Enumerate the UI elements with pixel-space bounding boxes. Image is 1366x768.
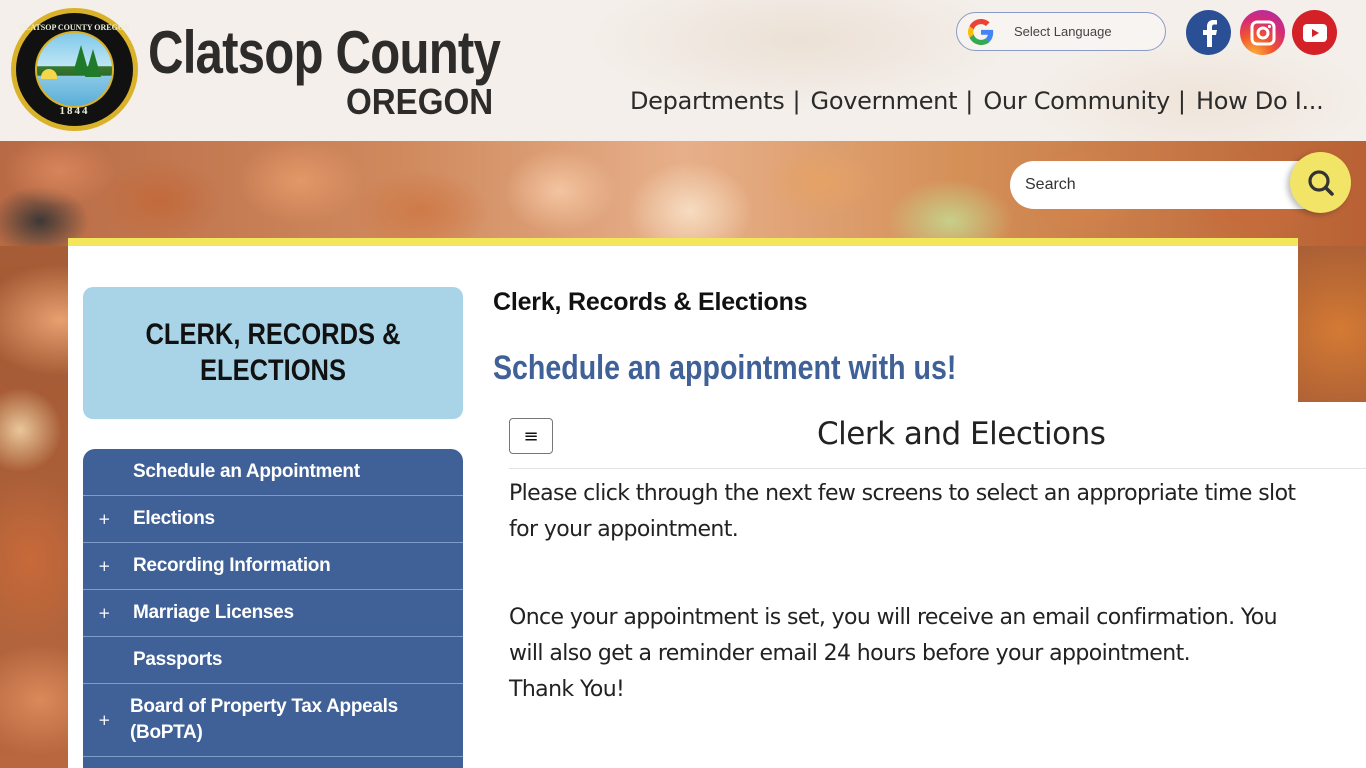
nav-separator: | <box>1177 87 1187 115</box>
seal-year: 1844 <box>59 105 90 117</box>
sidebar-item-label: Passports <box>133 649 223 670</box>
confirmation-line: Once your appointment is set, you will r… <box>509 605 1278 630</box>
instagram-icon <box>1250 20 1275 45</box>
department-title-box: CLERK, RECORDS & ELECTIONS <box>83 287 463 419</box>
facebook-icon <box>1202 19 1217 47</box>
expand-plus-icon[interactable]: + <box>98 557 111 575</box>
brand-title[interactable]: Clatsop County <box>148 18 501 88</box>
sun-icon <box>40 69 57 80</box>
main-navigation: Departments | Government | Our Community… <box>630 84 1324 118</box>
facebook-link[interactable] <box>1186 10 1231 55</box>
tree-icon <box>84 49 101 78</box>
youtube-link[interactable] <box>1292 10 1337 55</box>
search-input[interactable] <box>1025 170 1275 200</box>
schedule-heading: Schedule an appointment with us! <box>493 349 957 387</box>
confirmation-line: will also get a reminder email 24 hours … <box>509 641 1191 666</box>
brand-subtitle: OREGON <box>346 81 494 122</box>
sidebar-item-marriage-licenses[interactable]: + Marriage Licenses <box>83 590 463 637</box>
instructions-line: for your appointment. <box>509 517 739 542</box>
appointment-scheduler-embed: ≡ Clerk and Elections Please click throu… <box>495 402 1366 768</box>
nav-government[interactable]: Government <box>811 87 958 115</box>
sidebar-item-label: Schedule an Appointment <box>133 461 360 482</box>
thank-you-text: Thank You! <box>509 677 625 702</box>
instagram-link[interactable] <box>1240 10 1285 55</box>
search-icon <box>1307 169 1334 196</box>
expand-plus-icon[interactable]: + <box>98 510 111 528</box>
sidebar-item-label: Elections <box>133 508 215 529</box>
sidebar-item-label: Board of Property Tax Appeals (BoPTA) <box>130 696 398 743</box>
page-title: Clerk, Records & Elections <box>493 288 808 316</box>
language-selector-label: Select Language <box>1014 24 1112 39</box>
sidebar-item-label: Marriage Licenses <box>133 602 294 623</box>
language-selector[interactable]: Select Language <box>956 12 1166 51</box>
expand-plus-icon[interactable]: + <box>98 711 111 729</box>
county-seal-logo[interactable]: CLATSOP COUNTY OREGON 1844 <box>11 8 138 131</box>
sidebar-item-schedule-appointment[interactable]: Schedule an Appointment <box>83 449 463 496</box>
sidebar-item-elections[interactable]: + Elections <box>83 496 463 543</box>
scheduler-title: Clerk and Elections <box>817 416 1106 452</box>
sidebar-item-label: Recording Information <box>133 555 331 576</box>
sidebar-navigation: Schedule an Appointment + Elections + Re… <box>83 449 463 768</box>
seal-ring: CLATSOP COUNTY OREGON 1844 <box>16 13 133 126</box>
youtube-icon <box>1302 23 1327 42</box>
nav-separator: | <box>965 87 974 115</box>
google-g-icon <box>968 18 994 45</box>
instructions-line: Please click through the next few screen… <box>509 481 1296 506</box>
seal-scene-icon <box>34 31 115 108</box>
sidebar-item-bopta[interactable]: + Board of Property Tax Appeals (BoPTA) <box>83 684 463 757</box>
search-button[interactable] <box>1290 152 1351 213</box>
divider <box>509 468 1366 469</box>
site-header: CLATSOP COUNTY OREGON 1844 Clatsop Count… <box>0 0 1366 141</box>
sidebar-item-passports[interactable]: Passports <box>83 637 463 684</box>
nav-departments[interactable]: Departments <box>630 87 785 115</box>
hamburger-icon: ≡ <box>523 425 539 447</box>
expand-plus-icon[interactable]: + <box>98 604 111 622</box>
menu-toggle-button[interactable]: ≡ <box>509 418 553 454</box>
nav-how-do-i[interactable]: How Do I... <box>1196 87 1324 115</box>
nav-separator: | <box>792 87 801 115</box>
nav-our-community[interactable]: Our Community <box>983 87 1170 115</box>
sidebar-item-recording-information[interactable]: + Recording Information <box>83 543 463 590</box>
department-title: CLERK, RECORDS & ELECTIONS <box>145 318 401 387</box>
site-search <box>1010 161 1310 209</box>
